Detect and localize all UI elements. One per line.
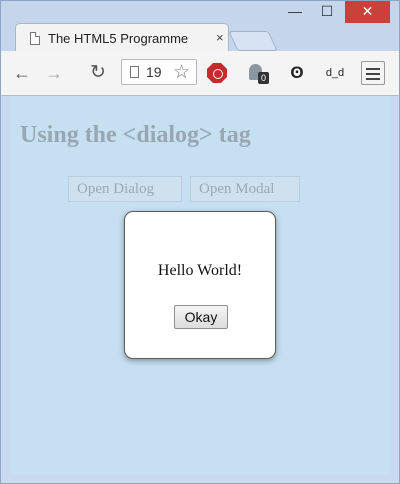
- open-modal-button[interactable]: Open Modal: [190, 176, 300, 202]
- bookmark-star-icon[interactable]: ☆: [173, 61, 190, 84]
- address-bar[interactable]: 19 ☆: [121, 59, 197, 85]
- circle-extension-icon[interactable]: ʘ: [287, 63, 307, 83]
- browser-window: The HTML5 Programme × — ☐ ✕ ← → ↻ 19 ☆ 0…: [0, 0, 400, 484]
- dialog-message: Hello World!: [157, 262, 243, 279]
- url-text[interactable]: 19: [146, 64, 170, 80]
- extension-badge: 0: [258, 72, 269, 84]
- maximize-button[interactable]: ☐: [313, 1, 341, 23]
- new-tab-button[interactable]: [228, 31, 278, 51]
- ghost-extension-icon[interactable]: 0: [247, 63, 269, 84]
- back-button[interactable]: ←: [11, 62, 33, 84]
- browser-toolbar: ← → ↻ 19 ☆ 0 ʘ d_d: [1, 51, 399, 96]
- page-icon: [130, 66, 139, 78]
- okay-button[interactable]: Okay: [174, 305, 228, 329]
- modal-dialog: Hello World! Okay: [124, 211, 276, 359]
- menu-line: [366, 78, 380, 80]
- tab-title: The HTML5 Programme: [48, 31, 189, 46]
- open-dialog-button[interactable]: Open Dialog: [68, 176, 182, 202]
- menu-line: [366, 68, 380, 70]
- page-icon: [30, 32, 40, 45]
- menu-line: [366, 73, 380, 75]
- forward-button[interactable]: →: [43, 62, 65, 84]
- stop-sign-extension-icon[interactable]: [207, 63, 227, 83]
- tab-close-icon[interactable]: ×: [216, 30, 224, 45]
- menu-button[interactable]: [361, 61, 385, 85]
- page-heading: Using the <dialog> tag: [20, 122, 251, 148]
- minimize-button[interactable]: —: [281, 1, 309, 23]
- face-extension-icon[interactable]: d_d: [321, 63, 349, 83]
- page-content: Using the <dialog> tag Open Dialog Open …: [10, 96, 390, 474]
- title-bar: The HTML5 Programme × — ☐ ✕: [1, 1, 399, 53]
- close-window-button[interactable]: ✕: [345, 1, 390, 23]
- browser-tab[interactable]: The HTML5 Programme ×: [15, 23, 229, 53]
- reload-button[interactable]: ↻: [87, 62, 109, 84]
